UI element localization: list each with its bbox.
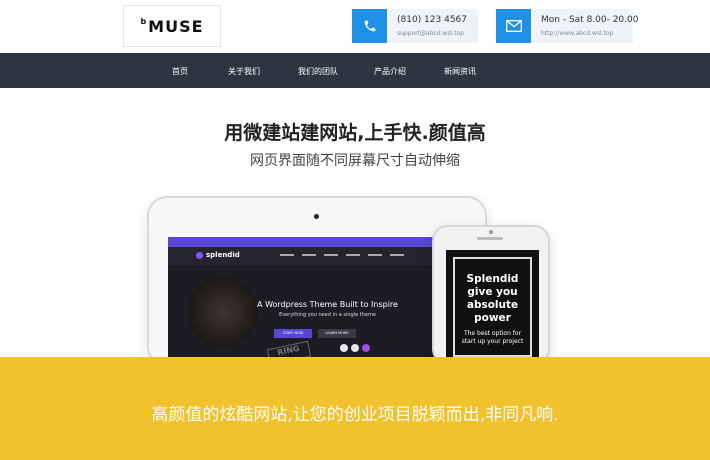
nav-item-news[interactable]: 新闻资讯 [444,66,476,77]
envelope-icon [496,9,531,43]
phone-headline: Splendid give you absolute power [446,273,539,325]
phone-subtext-line: The best option for [463,330,522,337]
splendid-logo-icon [196,252,203,259]
main-nav: 首页 关于我们 我们的团队 产品介绍 新闻资讯 [0,53,710,88]
nav-item-team[interactable]: 我们的团队 [298,66,338,77]
logo-mark: b [140,16,148,26]
logo-text: bMUSE [140,17,203,36]
tablet-camera [314,214,319,219]
contact-email[interactable]: support@abcd.wsl.top [397,30,464,37]
contact-phone-number: (810) 123 4567 [397,15,468,25]
phone-camera [489,230,493,234]
phone-speaker [477,237,503,240]
tablet-nav-item [368,254,382,256]
phone-screen: Splendid give you absolute power The bes… [446,250,539,360]
contact-phone-box: (810) 123 4567 support@abcd.wsl.top [352,9,478,43]
tablet-brand: splendid [206,251,240,259]
tablet-start-button: START NOW [274,329,312,338]
phone-headline-line: give you [467,286,518,298]
contact-hours: Mon - Sat 8.00- 20.00 [541,15,639,25]
tablet-learn-button: LEARN MORE [318,329,356,338]
phone-headline-line: power [474,312,511,324]
phone-icon [352,9,387,43]
phone-headline-line: absolute [466,299,519,311]
phone-headline-line: Splendid [466,273,519,285]
logo-wordmark: MUSE [148,16,204,36]
contact-hours-box: Mon - Sat 8.00- 20.00 http://www.abcd.ws… [496,9,638,43]
hero-headline: 用微建站建网站,上手快.颜值高 [224,122,486,144]
phone-subtext-line: start up your project [461,338,524,345]
logo[interactable]: bMUSE [123,5,221,47]
nav-item-home[interactable]: 首页 [172,66,188,77]
nav-item-about[interactable]: 关于我们 [228,66,260,77]
tablet-nav-item [390,254,404,256]
slider-dot[interactable] [340,344,348,352]
tablet-nav-item [280,254,294,256]
nav-item-products[interactable]: 产品介绍 [374,66,406,77]
slider-dot[interactable] [351,344,359,352]
tablet-nav-item [302,254,316,256]
promo-banner: 高颜值的炫酷网站,让您的创业项目脱颖而出,非同凡响. [0,357,710,460]
tablet-nav-item [324,254,338,256]
phone-subtext: The best option for start up your projec… [446,330,539,346]
tablet-nav-item [346,254,360,256]
banner-text: 高颜值的炫酷网站,让您的创业项目脱颖而出,非同凡响. [151,405,559,425]
stamp-image: RING [266,340,312,358]
slider-dot-active[interactable] [362,344,370,352]
hero-subline: 网页界面随不同屏幕尺寸自动伸缩 [250,153,460,169]
contact-website[interactable]: http://www.abcd.wsl.top [541,30,613,37]
